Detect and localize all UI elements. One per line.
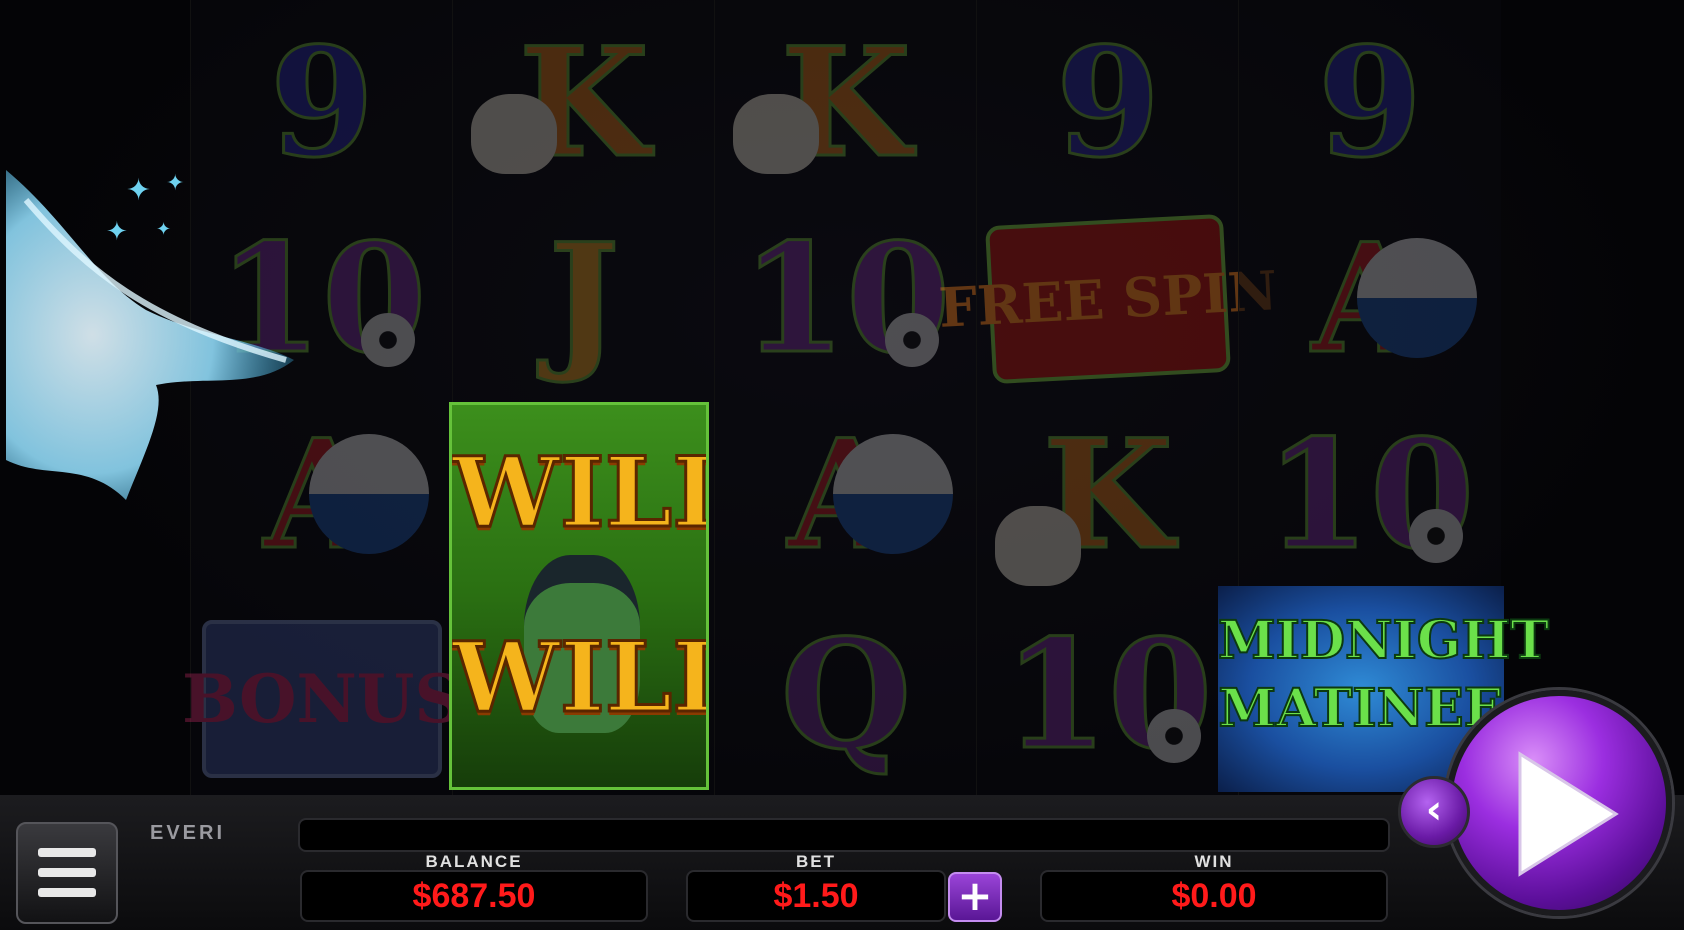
- brand-logo: EVERI: [150, 822, 226, 844]
- wild-label-bottom: WILD: [452, 621, 706, 734]
- play-icon: [1518, 751, 1619, 877]
- svg-text:✦: ✦: [166, 171, 184, 196]
- reel-symbol: A: [1239, 200, 1501, 397]
- bet-label: BET: [796, 852, 836, 871]
- reel-symbol: BONUS: [182, 600, 462, 797]
- ball-icon: [1357, 238, 1477, 358]
- reel-symbol: A: [715, 396, 977, 593]
- menu-button[interactable]: [16, 822, 118, 924]
- bet-value: $1.50: [686, 870, 946, 922]
- spin-button[interactable]: [1446, 690, 1672, 916]
- reel-symbol: K: [715, 4, 977, 201]
- reel-symbol: 10: [1264, 406, 1476, 583]
- reel-symbol: 9: [1316, 14, 1423, 191]
- skull-icon: [471, 94, 557, 174]
- eyeball-icon: [885, 313, 939, 367]
- reel-symbol: Q: [779, 606, 913, 783]
- ghost-icon: ✦ ✦ ✦ ✦: [6, 170, 294, 500]
- reel-area: 9 10 A BONUS K J K 10: [0, 0, 1684, 795]
- skull-icon: [733, 94, 819, 174]
- reel-symbol: 10: [1002, 606, 1214, 783]
- reel-symbol: K: [977, 396, 1239, 593]
- hamburger-icon: [38, 868, 96, 877]
- balance-label: BALANCE: [425, 852, 523, 871]
- hamburger-icon: [38, 848, 96, 857]
- message-strip: [298, 818, 1390, 852]
- win-label: WIN: [1194, 852, 1234, 871]
- eyeball-icon: [1147, 709, 1201, 763]
- increase-bet-button[interactable]: +: [948, 872, 1002, 922]
- reel-3: K 10 A Q: [714, 0, 977, 795]
- reel-symbol: K: [453, 4, 715, 201]
- free-spin-symbol: FREE SPIN: [937, 213, 1279, 384]
- win-value: $0.00: [1040, 870, 1388, 922]
- back-button[interactable]: ‹: [1398, 776, 1470, 848]
- wild-label-top: WILD: [452, 436, 706, 549]
- reel-symbol: FREE SPIN: [937, 200, 1279, 397]
- skull-icon: [995, 506, 1081, 586]
- reel-symbol: 9: [1054, 14, 1161, 191]
- svg-text:✦: ✦: [156, 219, 171, 240]
- eyeball-icon: [1409, 509, 1463, 563]
- ball-icon: [309, 434, 429, 554]
- bonus-symbol: BONUS: [182, 619, 462, 778]
- balance-value: $687.50: [300, 870, 648, 922]
- wild-symbol: WILD WILD: [449, 402, 709, 790]
- reel-symbol: J: [547, 210, 621, 387]
- ball-icon: [833, 434, 953, 554]
- eyeball-icon: [361, 313, 415, 367]
- logo-line-1: MIDNIGHT: [1217, 609, 1550, 672]
- reel-4: 9 FREE SPIN K 10: [937, 0, 1279, 795]
- svg-text:✦: ✦: [126, 173, 151, 208]
- svg-text:✦: ✦: [106, 217, 128, 247]
- hamburger-icon: [38, 888, 96, 897]
